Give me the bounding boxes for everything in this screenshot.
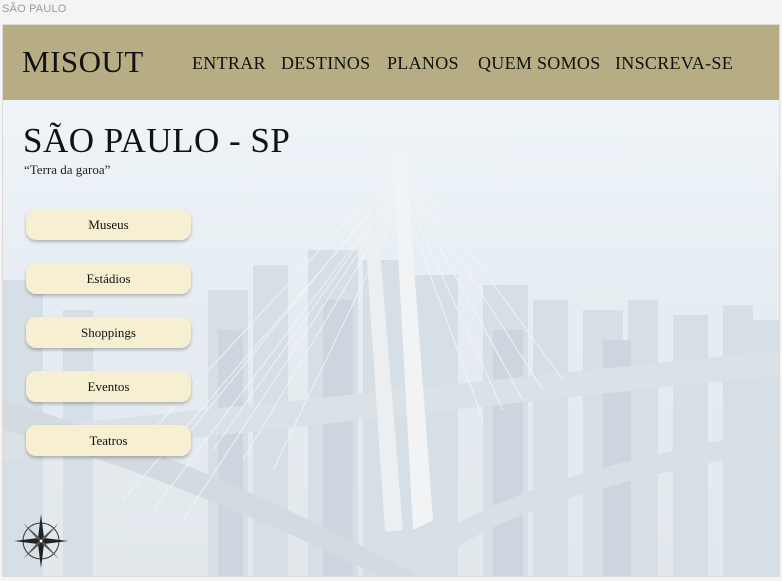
nav-planos[interactable]: PLANOS (387, 53, 459, 74)
browser-viewport: MISOUT ENTRAR DESTINOS PLANOS QUEM SOMOS… (2, 24, 780, 577)
nav-entrar[interactable]: ENTRAR (192, 53, 266, 74)
top-navbar: MISOUT ENTRAR DESTINOS PLANOS QUEM SOMOS… (3, 25, 779, 100)
site-logo[interactable]: MISOUT (22, 44, 144, 80)
category-button-museus[interactable]: Museus (26, 209, 191, 240)
compass-rose-icon (14, 514, 68, 568)
nav-destinos[interactable]: DESTINOS (281, 53, 370, 74)
category-button-teatros[interactable]: Teatros (26, 425, 191, 456)
page-title: SÃO PAULO - SP (23, 121, 291, 160)
hero-section: SÃO PAULO - SP “Terra da garoa” Museus E… (3, 100, 779, 576)
category-button-estadios[interactable]: Estádios (26, 263, 191, 294)
category-button-shoppings[interactable]: Shoppings (26, 317, 191, 348)
nav-inscreva-se[interactable]: INSCREVA-SE (615, 53, 733, 74)
category-button-eventos[interactable]: Eventos (26, 371, 191, 402)
nav-quem-somos[interactable]: QUEM SOMOS (478, 53, 601, 74)
page-tab-title: SÃO PAULO (2, 3, 67, 15)
page-subtitle: “Terra da garoa” (24, 162, 111, 177)
